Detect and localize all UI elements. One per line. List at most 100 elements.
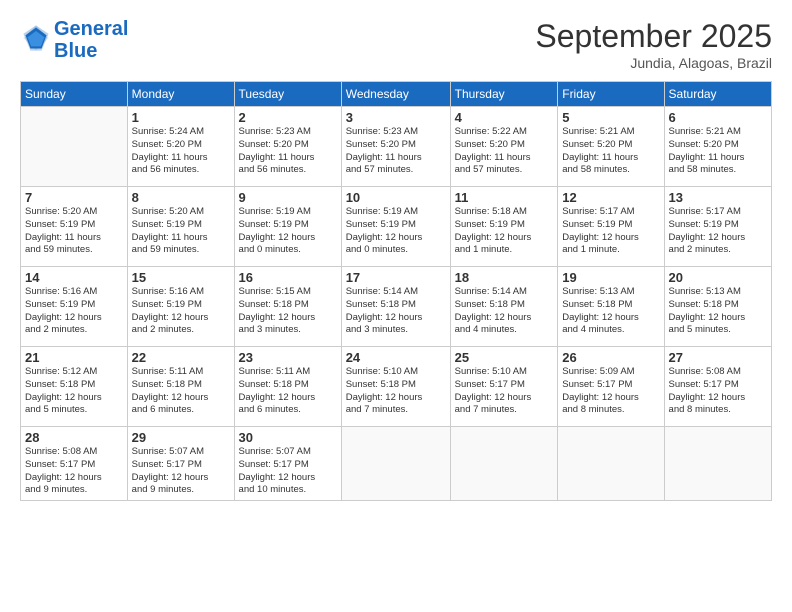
day-info: Sunrise: 5:07 AM Sunset: 5:17 PM Dayligh… bbox=[132, 446, 230, 497]
day-info: Sunrise: 5:17 AM Sunset: 5:19 PM Dayligh… bbox=[562, 206, 659, 257]
day-number: 15 bbox=[132, 270, 230, 285]
day-info: Sunrise: 5:13 AM Sunset: 5:18 PM Dayligh… bbox=[562, 286, 659, 337]
calendar-cell: 26Sunrise: 5:09 AM Sunset: 5:17 PM Dayli… bbox=[558, 347, 664, 427]
calendar-cell: 10Sunrise: 5:19 AM Sunset: 5:19 PM Dayli… bbox=[341, 187, 450, 267]
day-info: Sunrise: 5:22 AM Sunset: 5:20 PM Dayligh… bbox=[455, 126, 554, 177]
calendar-cell: 23Sunrise: 5:11 AM Sunset: 5:18 PM Dayli… bbox=[234, 347, 341, 427]
day-info: Sunrise: 5:15 AM Sunset: 5:18 PM Dayligh… bbox=[239, 286, 337, 337]
day-info: Sunrise: 5:14 AM Sunset: 5:18 PM Dayligh… bbox=[455, 286, 554, 337]
calendar-week-1: 1Sunrise: 5:24 AM Sunset: 5:20 PM Daylig… bbox=[21, 107, 772, 187]
calendar-cell: 19Sunrise: 5:13 AM Sunset: 5:18 PM Dayli… bbox=[558, 267, 664, 347]
header-monday: Monday bbox=[127, 82, 234, 107]
day-info: Sunrise: 5:11 AM Sunset: 5:18 PM Dayligh… bbox=[239, 366, 337, 417]
logo: General Blue bbox=[20, 18, 128, 62]
day-number: 29 bbox=[132, 430, 230, 445]
header-tuesday: Tuesday bbox=[234, 82, 341, 107]
day-number: 26 bbox=[562, 350, 659, 365]
calendar-cell: 16Sunrise: 5:15 AM Sunset: 5:18 PM Dayli… bbox=[234, 267, 341, 347]
day-number: 2 bbox=[239, 110, 337, 125]
day-number: 17 bbox=[346, 270, 446, 285]
calendar-cell: 15Sunrise: 5:16 AM Sunset: 5:19 PM Dayli… bbox=[127, 267, 234, 347]
header-sunday: Sunday bbox=[21, 82, 128, 107]
calendar-cell: 27Sunrise: 5:08 AM Sunset: 5:17 PM Dayli… bbox=[664, 347, 771, 427]
calendar-cell: 25Sunrise: 5:10 AM Sunset: 5:17 PM Dayli… bbox=[450, 347, 558, 427]
day-info: Sunrise: 5:16 AM Sunset: 5:19 PM Dayligh… bbox=[25, 286, 123, 337]
calendar-cell: 1Sunrise: 5:24 AM Sunset: 5:20 PM Daylig… bbox=[127, 107, 234, 187]
calendar-cell: 22Sunrise: 5:11 AM Sunset: 5:18 PM Dayli… bbox=[127, 347, 234, 427]
calendar-week-3: 14Sunrise: 5:16 AM Sunset: 5:19 PM Dayli… bbox=[21, 267, 772, 347]
header-thursday: Thursday bbox=[450, 82, 558, 107]
calendar-cell: 29Sunrise: 5:07 AM Sunset: 5:17 PM Dayli… bbox=[127, 427, 234, 501]
calendar-cell: 14Sunrise: 5:16 AM Sunset: 5:19 PM Dayli… bbox=[21, 267, 128, 347]
calendar-cell bbox=[450, 427, 558, 501]
day-number: 28 bbox=[25, 430, 123, 445]
header: General Blue September 2025 Jundia, Alag… bbox=[20, 18, 772, 71]
header-friday: Friday bbox=[558, 82, 664, 107]
day-number: 1 bbox=[132, 110, 230, 125]
day-info: Sunrise: 5:23 AM Sunset: 5:20 PM Dayligh… bbox=[239, 126, 337, 177]
day-number: 22 bbox=[132, 350, 230, 365]
calendar-cell: 18Sunrise: 5:14 AM Sunset: 5:18 PM Dayli… bbox=[450, 267, 558, 347]
day-number: 14 bbox=[25, 270, 123, 285]
header-wednesday: Wednesday bbox=[341, 82, 450, 107]
calendar-cell: 17Sunrise: 5:14 AM Sunset: 5:18 PM Dayli… bbox=[341, 267, 450, 347]
calendar-cell bbox=[558, 427, 664, 501]
day-info: Sunrise: 5:09 AM Sunset: 5:17 PM Dayligh… bbox=[562, 366, 659, 417]
day-info: Sunrise: 5:20 AM Sunset: 5:19 PM Dayligh… bbox=[132, 206, 230, 257]
day-number: 3 bbox=[346, 110, 446, 125]
calendar-cell: 24Sunrise: 5:10 AM Sunset: 5:18 PM Dayli… bbox=[341, 347, 450, 427]
day-number: 24 bbox=[346, 350, 446, 365]
day-info: Sunrise: 5:13 AM Sunset: 5:18 PM Dayligh… bbox=[669, 286, 767, 337]
month-title: September 2025 bbox=[535, 18, 772, 55]
calendar-table: Sunday Monday Tuesday Wednesday Thursday… bbox=[20, 81, 772, 501]
calendar-cell bbox=[341, 427, 450, 501]
calendar-cell: 7Sunrise: 5:20 AM Sunset: 5:19 PM Daylig… bbox=[21, 187, 128, 267]
day-info: Sunrise: 5:24 AM Sunset: 5:20 PM Dayligh… bbox=[132, 126, 230, 177]
logo-line2: Blue bbox=[54, 40, 128, 62]
calendar-cell: 12Sunrise: 5:17 AM Sunset: 5:19 PM Dayli… bbox=[558, 187, 664, 267]
day-number: 30 bbox=[239, 430, 337, 445]
title-block: September 2025 Jundia, Alagoas, Brazil bbox=[535, 18, 772, 71]
day-number: 23 bbox=[239, 350, 337, 365]
day-info: Sunrise: 5:14 AM Sunset: 5:18 PM Dayligh… bbox=[346, 286, 446, 337]
calendar-cell: 20Sunrise: 5:13 AM Sunset: 5:18 PM Dayli… bbox=[664, 267, 771, 347]
calendar-cell: 4Sunrise: 5:22 AM Sunset: 5:20 PM Daylig… bbox=[450, 107, 558, 187]
calendar-cell: 6Sunrise: 5:21 AM Sunset: 5:20 PM Daylig… bbox=[664, 107, 771, 187]
page: General Blue September 2025 Jundia, Alag… bbox=[0, 0, 792, 612]
calendar-cell: 13Sunrise: 5:17 AM Sunset: 5:19 PM Dayli… bbox=[664, 187, 771, 267]
day-info: Sunrise: 5:08 AM Sunset: 5:17 PM Dayligh… bbox=[25, 446, 123, 497]
day-number: 10 bbox=[346, 190, 446, 205]
day-info: Sunrise: 5:10 AM Sunset: 5:18 PM Dayligh… bbox=[346, 366, 446, 417]
day-number: 20 bbox=[669, 270, 767, 285]
calendar-cell: 8Sunrise: 5:20 AM Sunset: 5:19 PM Daylig… bbox=[127, 187, 234, 267]
logo-line1: General bbox=[54, 18, 128, 40]
calendar-cell: 2Sunrise: 5:23 AM Sunset: 5:20 PM Daylig… bbox=[234, 107, 341, 187]
day-info: Sunrise: 5:18 AM Sunset: 5:19 PM Dayligh… bbox=[455, 206, 554, 257]
calendar-week-5: 28Sunrise: 5:08 AM Sunset: 5:17 PM Dayli… bbox=[21, 427, 772, 501]
calendar-cell: 9Sunrise: 5:19 AM Sunset: 5:19 PM Daylig… bbox=[234, 187, 341, 267]
day-info: Sunrise: 5:20 AM Sunset: 5:19 PM Dayligh… bbox=[25, 206, 123, 257]
day-number: 25 bbox=[455, 350, 554, 365]
day-number: 9 bbox=[239, 190, 337, 205]
calendar-cell bbox=[664, 427, 771, 501]
day-number: 7 bbox=[25, 190, 123, 205]
day-info: Sunrise: 5:16 AM Sunset: 5:19 PM Dayligh… bbox=[132, 286, 230, 337]
calendar-cell: 11Sunrise: 5:18 AM Sunset: 5:19 PM Dayli… bbox=[450, 187, 558, 267]
day-number: 6 bbox=[669, 110, 767, 125]
day-number: 11 bbox=[455, 190, 554, 205]
day-number: 5 bbox=[562, 110, 659, 125]
day-info: Sunrise: 5:08 AM Sunset: 5:17 PM Dayligh… bbox=[669, 366, 767, 417]
location: Jundia, Alagoas, Brazil bbox=[535, 55, 772, 71]
day-number: 27 bbox=[669, 350, 767, 365]
day-number: 13 bbox=[669, 190, 767, 205]
day-number: 4 bbox=[455, 110, 554, 125]
calendar-header-row: Sunday Monday Tuesday Wednesday Thursday… bbox=[21, 82, 772, 107]
day-number: 12 bbox=[562, 190, 659, 205]
calendar-cell: 21Sunrise: 5:12 AM Sunset: 5:18 PM Dayli… bbox=[21, 347, 128, 427]
calendar-cell: 28Sunrise: 5:08 AM Sunset: 5:17 PM Dayli… bbox=[21, 427, 128, 501]
day-info: Sunrise: 5:17 AM Sunset: 5:19 PM Dayligh… bbox=[669, 206, 767, 257]
day-number: 8 bbox=[132, 190, 230, 205]
logo-icon bbox=[22, 24, 50, 52]
calendar-cell bbox=[21, 107, 128, 187]
day-info: Sunrise: 5:19 AM Sunset: 5:19 PM Dayligh… bbox=[346, 206, 446, 257]
